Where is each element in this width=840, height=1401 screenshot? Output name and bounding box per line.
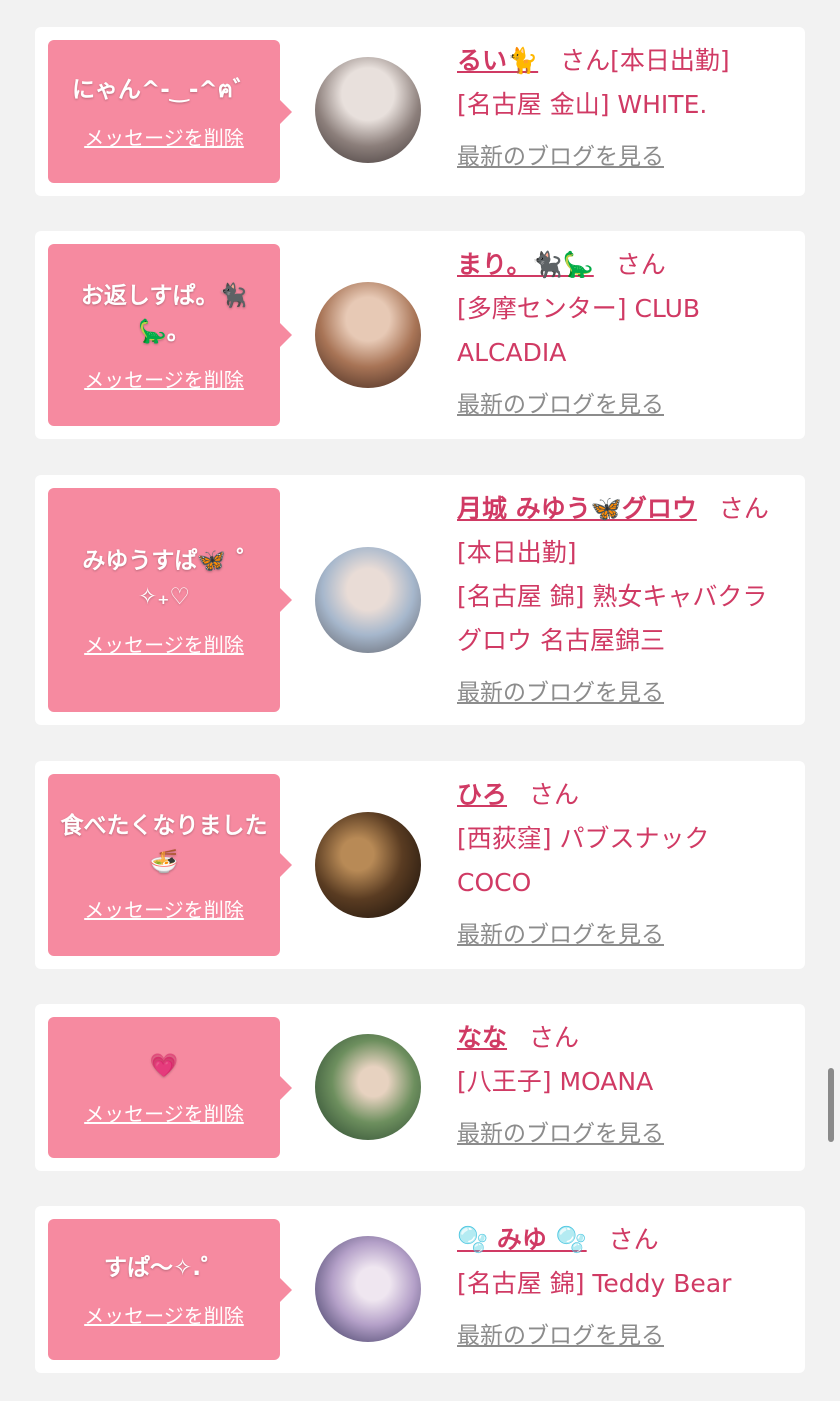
- name-line: るい🐈 さん[本日出勤]: [457, 39, 787, 83]
- cast-info: なな さん [八王子] MOANA 最新のブログを見る: [457, 1016, 787, 1148]
- latest-blog-link[interactable]: 最新のブログを見る: [457, 385, 787, 419]
- shop-text: [名古屋 錦] Teddy Bear: [457, 1269, 732, 1298]
- avatar[interactable]: [315, 547, 421, 653]
- cast-info: 月城 みゆう🦋グロウ さん [本日出勤] [名古屋 錦] 熟女キャバクラグロウ 名古…: [457, 487, 787, 707]
- avatar[interactable]: [315, 282, 421, 388]
- latest-blog-link[interactable]: 最新のブログを見る: [457, 1114, 787, 1148]
- name-line: 🫧 みゆ 🫧 さん: [457, 1218, 787, 1262]
- delete-message-link[interactable]: メッセージを削除: [84, 364, 244, 393]
- cast-name-link[interactable]: 🫧 みゆ 🫧: [457, 1225, 587, 1254]
- message-text: 食べたくなりました🍜: [60, 812, 268, 875]
- delete-message-link[interactable]: メッセージを削除: [84, 1098, 244, 1127]
- honorific: さん: [718, 494, 769, 523]
- message-text: すぱ〜✧.゜: [103, 1255, 224, 1281]
- message-card: お返しすぱ。🐈‍⬛🦕。 メッセージを削除 まり。🐈‍⬛🦕 さん [多摩センター] …: [35, 231, 805, 439]
- delete-message-link[interactable]: メッセージを削除: [84, 894, 244, 923]
- cast-name-link[interactable]: るい🐈: [457, 46, 538, 75]
- shop-text: [名古屋 金山] WHITE.: [457, 90, 708, 119]
- shop-text: [名古屋 錦] 熟女キャバクラグロウ 名古屋錦三: [457, 582, 768, 655]
- avatar[interactable]: [315, 1034, 421, 1140]
- name-line: なな さん: [457, 1016, 787, 1060]
- cast-name-link[interactable]: 月城 みゆう🦋グロウ: [457, 494, 697, 523]
- message-bubble: にゃん^-‿-^ฅ゛ メッセージを削除: [48, 40, 292, 183]
- latest-blog-link[interactable]: 最新のブログを見る: [457, 1316, 787, 1350]
- message-text: お返しすぱ。🐈‍⬛🦕。: [80, 282, 248, 345]
- honorific: さん: [529, 780, 580, 809]
- message-bubble: すぱ〜✧.゜ メッセージを削除: [48, 1219, 292, 1360]
- message-text: にゃん^-‿-^ฅ゛: [71, 77, 257, 103]
- cast-info: るい🐈 さん[本日出勤] [名古屋 金山] WHITE. 最新のブログを見る: [457, 39, 787, 171]
- latest-blog-link[interactable]: 最新のブログを見る: [457, 673, 787, 707]
- message-text: みゆうすぱ🦋 ˚ ✧₊♡: [82, 547, 246, 610]
- message-card: すぱ〜✧.゜ メッセージを削除 🫧 みゆ 🫧 さん [名古屋 錦] Teddy B…: [35, 1206, 805, 1373]
- status-text: [本日出勤]: [457, 538, 577, 567]
- message-card: にゃん^-‿-^ฅ゛ メッセージを削除 るい🐈 さん[本日出勤] [名古屋 金山]…: [35, 27, 805, 196]
- scrollbar[interactable]: [828, 1068, 834, 1142]
- delete-message-link[interactable]: メッセージを削除: [84, 122, 244, 151]
- message-card: 💗 メッセージを削除 なな さん [八王子] MOANA 最新のブログを見る: [35, 1004, 805, 1171]
- shop-text: [八王子] MOANA: [457, 1067, 654, 1096]
- honorific: さん: [529, 1023, 580, 1052]
- message-bubble: みゆうすぱ🦋 ˚ ✧₊♡ メッセージを削除: [48, 488, 292, 712]
- cast-name-link[interactable]: ひろ: [457, 780, 507, 809]
- name-line: 月城 みゆう🦋グロウ さん [本日出勤]: [457, 487, 787, 575]
- cast-info: ひろ さん [西荻窪] パブスナック COCO 最新のブログを見る: [457, 773, 787, 949]
- status-text: [本日出勤]: [610, 46, 730, 75]
- message-card: みゆうすぱ🦋 ˚ ✧₊♡ メッセージを削除 月城 みゆう🦋グロウ さん [本日出勤]…: [35, 475, 805, 725]
- shop-text: [多摩センター] CLUB ALCADIA: [457, 294, 701, 367]
- name-line: ひろ さん: [457, 773, 787, 817]
- message-text: 💗: [149, 1053, 179, 1079]
- message-bubble: 💗 メッセージを削除: [48, 1017, 292, 1158]
- message-card: 食べたくなりました🍜 メッセージを削除 ひろ さん [西荻窪] パブスナック CO…: [35, 761, 805, 969]
- avatar[interactable]: [315, 57, 421, 163]
- avatar[interactable]: [315, 812, 421, 918]
- avatar[interactable]: [315, 1236, 421, 1342]
- name-line: まり。🐈‍⬛🦕 さん: [457, 243, 787, 287]
- honorific: さん: [608, 1225, 659, 1254]
- honorific: さん: [615, 250, 666, 279]
- cast-name-link[interactable]: なな: [457, 1023, 507, 1052]
- shop-text: [西荻窪] パブスナック COCO: [457, 824, 710, 897]
- delete-message-link[interactable]: メッセージを削除: [84, 1300, 244, 1329]
- honorific: さん: [560, 46, 611, 75]
- latest-blog-link[interactable]: 最新のブログを見る: [457, 915, 787, 949]
- cast-name-link[interactable]: まり。🐈‍⬛🦕: [457, 250, 594, 279]
- message-bubble: お返しすぱ。🐈‍⬛🦕。 メッセージを削除: [48, 244, 292, 426]
- cast-info: 🫧 みゆ 🫧 さん [名古屋 錦] Teddy Bear 最新のブログを見る: [457, 1218, 787, 1350]
- latest-blog-link[interactable]: 最新のブログを見る: [457, 137, 787, 171]
- delete-message-link[interactable]: メッセージを削除: [84, 629, 244, 658]
- cast-info: まり。🐈‍⬛🦕 さん [多摩センター] CLUB ALCADIA 最新のブログを見…: [457, 243, 787, 419]
- message-bubble: 食べたくなりました🍜 メッセージを削除: [48, 774, 292, 956]
